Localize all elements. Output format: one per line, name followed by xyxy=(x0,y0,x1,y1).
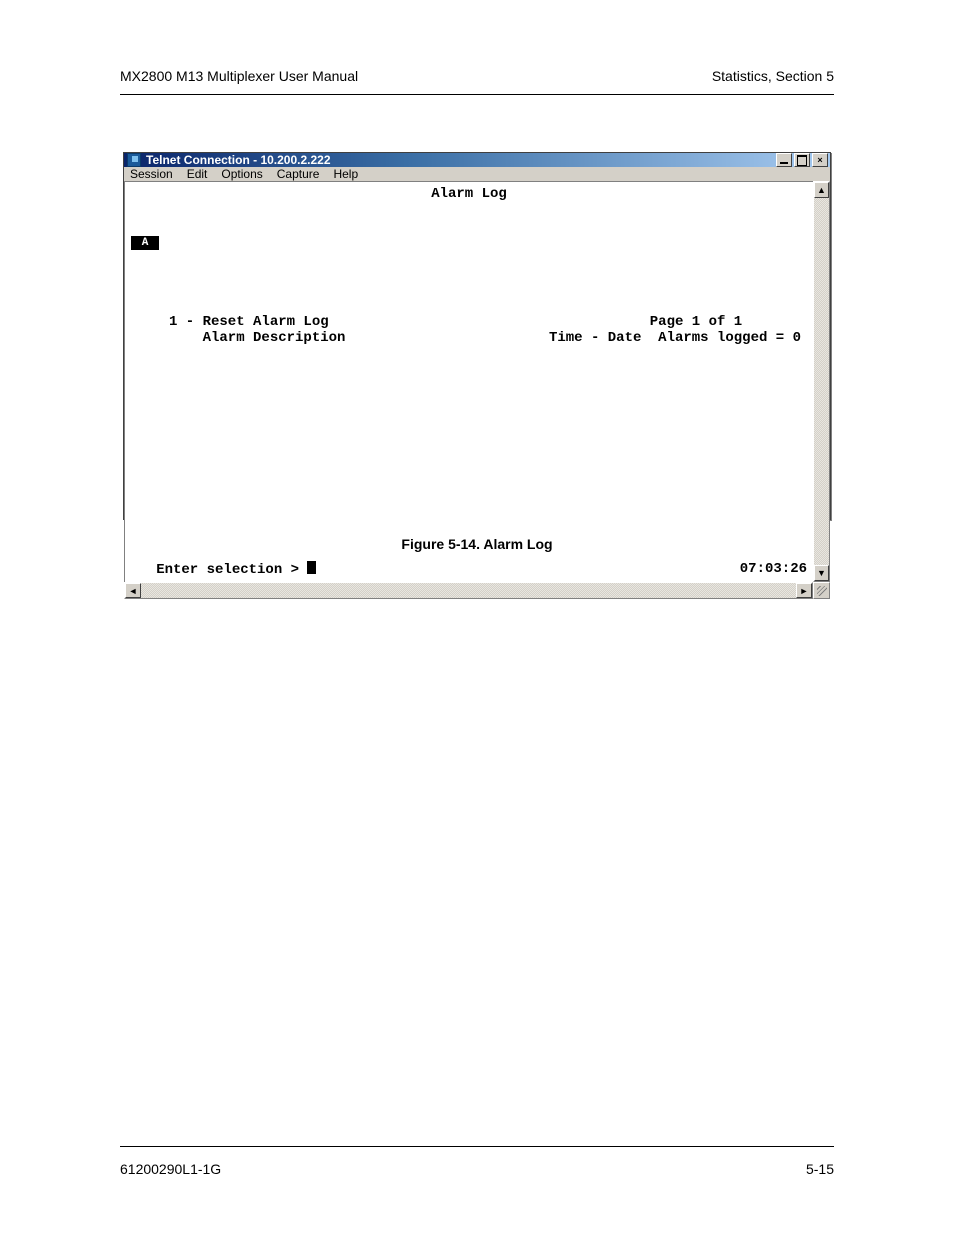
menu-edit[interactable]: Edit xyxy=(187,167,208,181)
terminal-left-block: 1 - Reset Alarm Log Alarm Description xyxy=(169,314,345,346)
header-right: Statistics, Section 5 xyxy=(712,68,834,84)
scroll-right-button[interactable]: ► xyxy=(796,583,812,598)
scroll-up-button[interactable]: ▲ xyxy=(814,182,829,198)
telnet-window: Telnet Connection - 10.200.2.222 × Sessi… xyxy=(123,152,831,520)
menu-help[interactable]: Help xyxy=(333,167,358,181)
minimize-button[interactable] xyxy=(776,153,792,167)
footer-rule xyxy=(120,1146,834,1147)
page-header: MX2800 M13 Multiplexer User Manual Stati… xyxy=(120,68,834,84)
terminal[interactable]: Alarm Log A 1 - Reset Alarm Log Alarm De… xyxy=(124,181,813,582)
app-icon xyxy=(127,153,141,167)
menu-capture[interactable]: Capture xyxy=(277,167,320,181)
close-button[interactable]: × xyxy=(812,153,828,167)
figure-caption: Figure 5-14. Alarm Log xyxy=(120,536,834,552)
menu-bar: Session Edit Options Capture Help xyxy=(124,167,830,181)
maximize-button[interactable] xyxy=(794,153,810,167)
vscroll-track[interactable] xyxy=(814,198,829,565)
terminal-clock: 07:03:26 xyxy=(740,561,807,578)
horizontal-scrollbar[interactable]: ◄ ► xyxy=(124,582,813,599)
header-rule xyxy=(120,94,834,95)
terminal-title: Alarm Log xyxy=(125,186,813,202)
menu-options[interactable]: Options xyxy=(221,167,262,181)
title-bar[interactable]: Telnet Connection - 10.200.2.222 × xyxy=(124,153,830,167)
page-footer: 61200290L1-1G 5-15 xyxy=(120,1161,834,1177)
hscroll-track[interactable] xyxy=(141,583,796,598)
scroll-down-button[interactable]: ▼ xyxy=(814,565,829,581)
footer-left: 61200290L1-1G xyxy=(120,1161,221,1177)
window-title: Telnet Connection - 10.200.2.222 xyxy=(146,153,331,167)
window-controls: × xyxy=(774,153,828,167)
terminal-badge: A xyxy=(131,236,159,250)
footer-right: 5-15 xyxy=(806,1161,834,1177)
vertical-scrollbar[interactable]: ▲ ▼ xyxy=(813,181,830,582)
resize-grip[interactable] xyxy=(813,582,830,599)
scroll-left-button[interactable]: ◄ xyxy=(125,583,141,598)
terminal-prompt[interactable]: Enter selection > xyxy=(131,561,316,578)
menu-session[interactable]: Session xyxy=(130,167,173,181)
header-left: MX2800 M13 Multiplexer User Manual xyxy=(120,68,358,84)
cursor-icon xyxy=(307,561,316,574)
terminal-right-block: Page 1 of 1 Time - Date Alarms logged = … xyxy=(549,314,801,346)
